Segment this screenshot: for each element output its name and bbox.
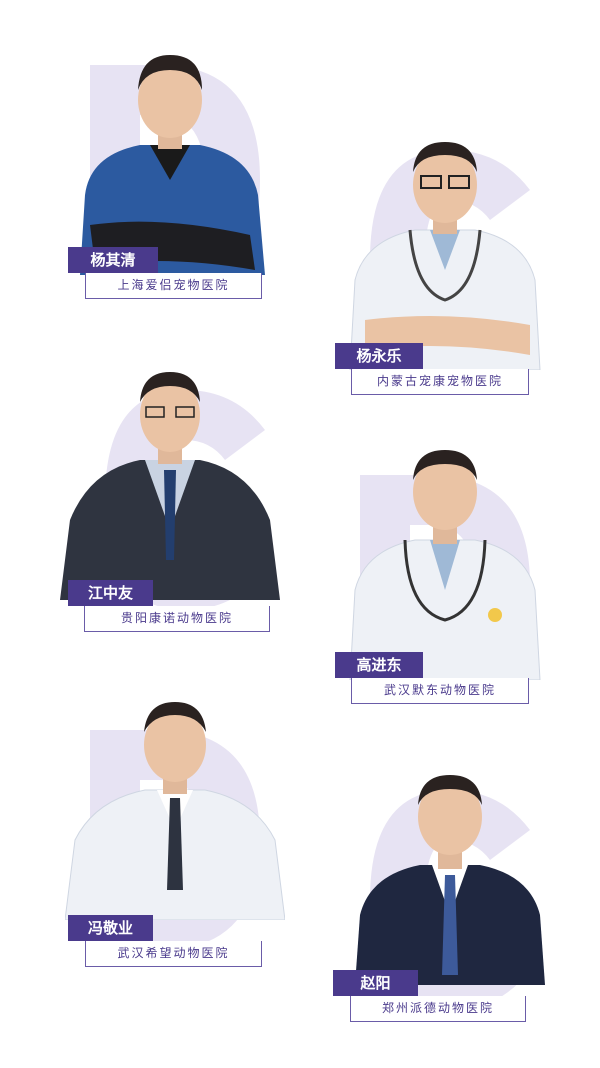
doctor-photo bbox=[60, 372, 280, 600]
doctor-photo bbox=[65, 702, 285, 920]
hospital-label: 武汉希望动物医院 bbox=[85, 941, 262, 967]
doctor-photo bbox=[349, 450, 541, 680]
doctor-name-tag: 赵阳 bbox=[333, 970, 418, 996]
doctor-card: 高进东 武汉默东动物医院 bbox=[335, 440, 600, 740]
hospital-label: 贵阳康诺动物医院 bbox=[84, 606, 270, 632]
hospital-label: 上海爱侣宠物医院 bbox=[85, 273, 262, 299]
doctor-name-tag: 杨其清 bbox=[68, 247, 158, 273]
doctor-card: 江中友 贵阳康诺动物医院 bbox=[60, 360, 340, 660]
hospital-label: 武汉默东动物医院 bbox=[351, 678, 529, 704]
hospital-label: 郑州派德动物医院 bbox=[350, 996, 526, 1022]
hospital-label: 内蒙古宠康宠物医院 bbox=[351, 369, 529, 395]
doctor-photo bbox=[349, 142, 541, 370]
doctor-photo bbox=[355, 775, 545, 985]
doctor-name-tag: 杨永乐 bbox=[335, 343, 423, 369]
doctor-name-tag: 高进东 bbox=[335, 652, 423, 678]
doctor-card: 赵阳 郑州派德动物医院 bbox=[330, 760, 600, 1060]
doctor-card: 杨其清 上海爱侣宠物医院 bbox=[65, 45, 345, 345]
doctor-name-tag: 江中友 bbox=[68, 580, 153, 606]
doctor-card: 冯敬业 武汉希望动物医院 bbox=[65, 690, 345, 990]
doctor-photo bbox=[80, 55, 265, 275]
doctor-name-tag: 冯敬业 bbox=[68, 915, 153, 941]
doctor-card: 杨永乐 内蒙古宠康宠物医院 bbox=[335, 125, 600, 425]
